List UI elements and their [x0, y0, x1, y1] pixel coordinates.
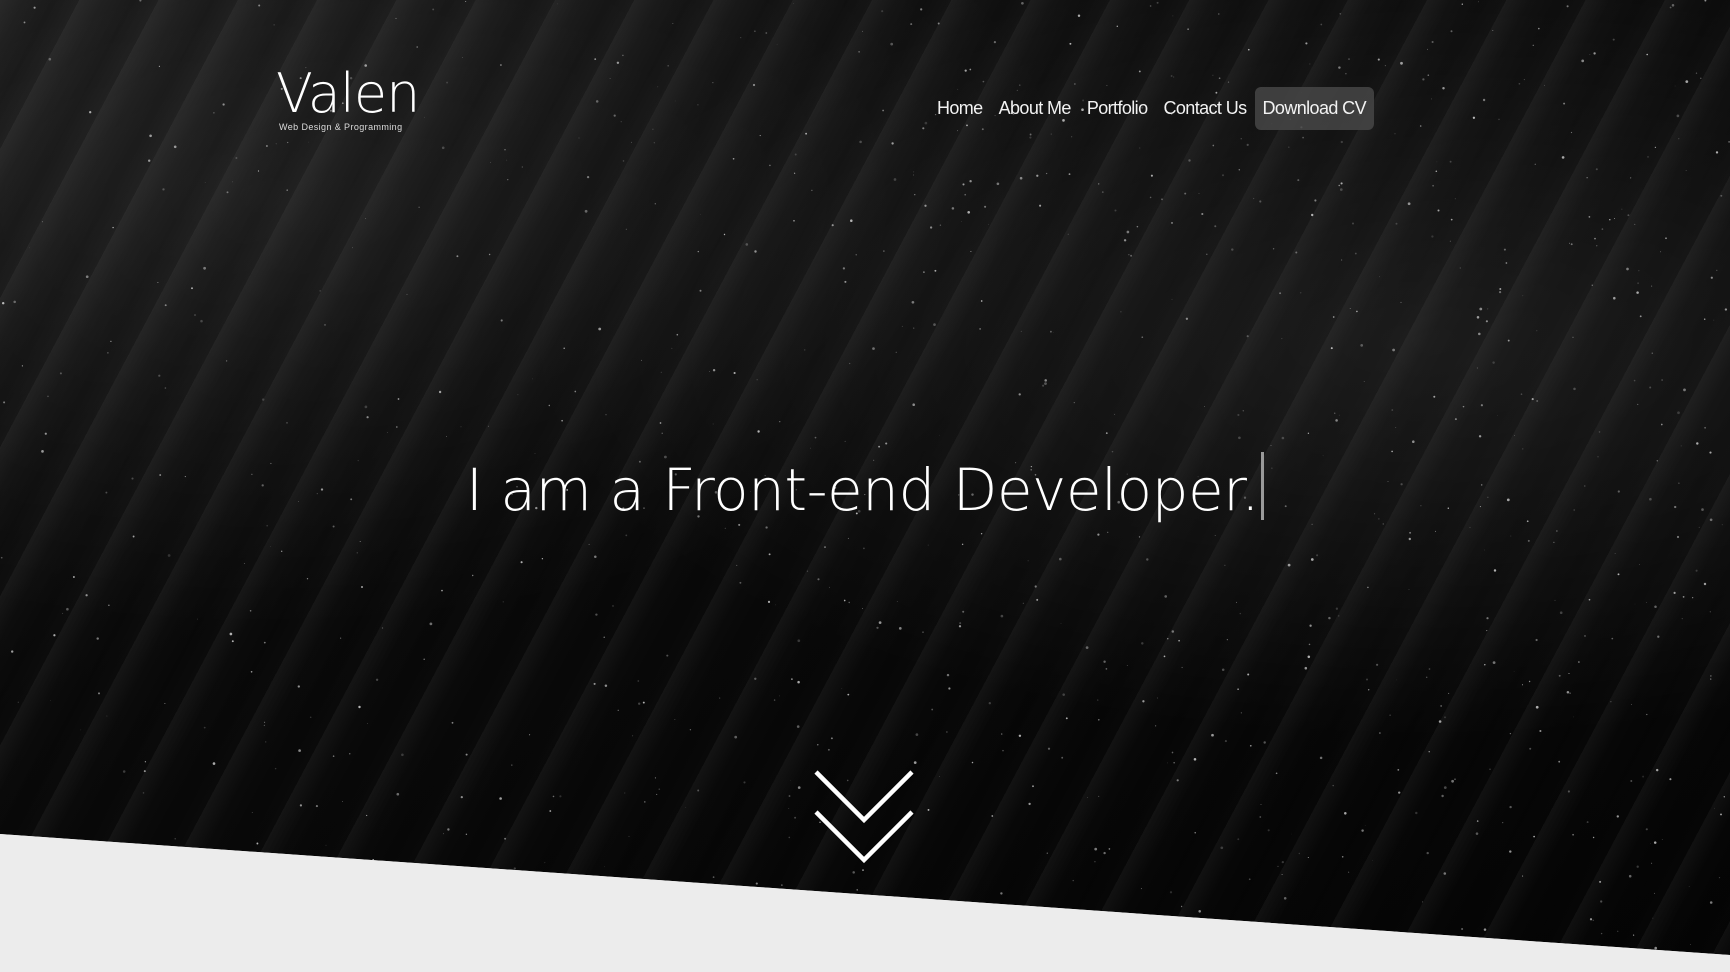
double-chevron-down-icon[interactable] — [812, 768, 916, 864]
hero-headline: I am a Front-end Developer. — [0, 452, 1730, 527]
main-navigation: Home About Me Portfolio Contact Us Downl… — [929, 87, 1374, 130]
nav-item-portfolio[interactable]: Portfolio — [1079, 87, 1156, 130]
hero-headline-text: I am a Front-end Developer. — [465, 456, 1260, 524]
typing-cursor — [1261, 452, 1265, 520]
logo-subtitle: Web Design & Programming — [279, 122, 403, 132]
hero-section: Valen Web Design & Programming Home Abou… — [0, 0, 1730, 972]
site-logo[interactable]: Valen Web Design & Programming — [276, 62, 420, 132]
nav-item-about-me[interactable]: About Me — [991, 87, 1079, 130]
nav-item-contact-us[interactable]: Contact Us — [1155, 87, 1254, 130]
nav-item-home[interactable]: Home — [929, 87, 991, 130]
logo-title: Valen — [276, 62, 420, 125]
download-cv-button[interactable]: Download CV — [1254, 87, 1374, 130]
